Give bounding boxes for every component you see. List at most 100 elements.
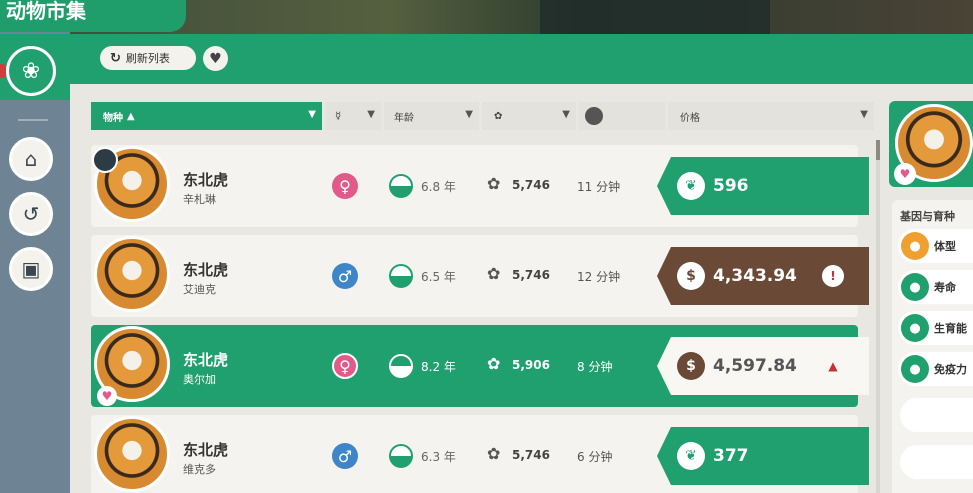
genetics-item-label: 免疫力 — [934, 363, 967, 376]
genetics-item-label: 寿命 — [934, 281, 956, 294]
size-icon: ● — [901, 232, 929, 260]
age-value: 6.3 年 — [421, 450, 456, 464]
scene-shadow — [540, 0, 770, 34]
page-title: 动物市集 — [0, 0, 186, 32]
age-icon — [389, 354, 413, 378]
hourglass-icon: ● — [901, 273, 929, 301]
pin-badge-icon — [92, 147, 118, 173]
filter-icon[interactable]: ▼ — [465, 109, 473, 120]
gift-icon: ▣ — [21, 257, 41, 281]
gender-icon: ☿ — [335, 110, 342, 122]
scrollbar[interactable] — [876, 140, 880, 493]
sidebar-item-animals[interactable]: ❀ — [6, 46, 56, 96]
history-icon: ↺ — [22, 202, 40, 226]
filter-icon[interactable]: ▼ — [562, 109, 570, 120]
heart-icon: ♥ — [97, 386, 117, 406]
sidebar-divider — [18, 119, 48, 121]
warning-icon: ! — [822, 265, 844, 287]
ribbon-icon: ✿ — [494, 110, 503, 122]
buy-button[interactable]: ❦ 596 — [657, 157, 869, 215]
ribbon-icon: ✿ — [487, 264, 501, 283]
genetics-item[interactable]: ● 生育能 — [898, 311, 973, 345]
genes-value: 5,906 — [512, 358, 550, 372]
female-icon: ♀ — [332, 353, 358, 379]
tiger-portrait — [94, 416, 170, 492]
clock-icon — [585, 107, 603, 125]
ribbon-icon: ✿ — [487, 174, 501, 193]
time-remaining: 8 分钟 — [577, 360, 613, 374]
column-price[interactable]: 价格 ▼ — [668, 102, 874, 130]
age-icon — [389, 174, 413, 198]
genes-value: 5,746 — [512, 448, 550, 462]
filter-icon[interactable]: ▼ — [308, 109, 316, 120]
detail-slot-empty — [900, 445, 973, 479]
ribbon-icon: ✿ — [487, 444, 501, 463]
price-value: 4,597.84 — [713, 356, 797, 376]
sort-ascending-icon: ▲ — [127, 110, 135, 122]
seller-name: 辛札琳 — [183, 193, 216, 206]
animal-row[interactable]: 东北虎 艾迪克 ♂ 6.5 年 ✿ 5,746 12 分钟 $ 4,343.94… — [91, 235, 869, 317]
species-name: 东北虎 — [183, 351, 229, 369]
refresh-list-button[interactable]: ↻ 刷新列表 — [100, 46, 196, 70]
filter-icon[interactable]: ▼ — [860, 109, 868, 120]
animal-row[interactable]: 东北虎 辛札琳 ♀ 6.8 年 ✿ 5,746 11 分钟 ❦ 596 — [91, 145, 869, 227]
animal-row[interactable]: 东北虎 维克多 ♂ 6.3 年 ✿ 5,746 6 分钟 ❦ 377 — [91, 415, 869, 493]
species-name: 东北虎 — [183, 261, 229, 279]
refresh-list-label: 刷新列表 — [125, 52, 170, 65]
column-age-label: 年龄 — [394, 112, 414, 124]
column-age[interactable]: 年龄 ▼ — [384, 102, 479, 130]
filter-icon[interactable]: ▼ — [367, 109, 375, 120]
age-value: 6.8 年 — [421, 180, 456, 194]
age-icon — [389, 444, 413, 468]
genes-value: 5,746 — [512, 268, 550, 282]
cash-icon: $ — [677, 262, 705, 290]
animal-row[interactable]: ♥ 东北虎 奥尔加 ♀ 8.2 年 ✿ 5,906 8 分钟 $ 4,597.8… — [91, 325, 869, 407]
genetics-item-label: 生育能 — [934, 322, 967, 335]
column-price-label: 价格 — [680, 112, 700, 124]
conservation-leaf-icon: ❦ — [677, 172, 705, 200]
column-species[interactable]: 物种 ▲ ▼ — [91, 102, 322, 130]
detail-slot-empty — [900, 398, 973, 432]
female-icon: ♀ — [332, 173, 358, 199]
seller-name: 奥尔加 — [183, 373, 216, 386]
tiger-portrait — [94, 236, 170, 312]
column-genes[interactable]: ✿ ▼ — [482, 102, 576, 130]
genetics-item-label: 体型 — [934, 240, 956, 253]
time-remaining: 11 分钟 — [577, 180, 621, 194]
ribbon-icon: ✿ — [487, 354, 501, 373]
time-remaining: 6 分钟 — [577, 450, 613, 464]
price-value: 4,343.94 — [713, 266, 797, 286]
price-value: 596 — [713, 176, 749, 196]
heart-icon: ♥ — [209, 50, 222, 67]
time-remaining: 12 分钟 — [577, 270, 621, 284]
conservation-leaf-icon: ❦ — [677, 442, 705, 470]
sidebar-item-gifts[interactable]: ▣ — [9, 247, 53, 291]
favorites-filter-button[interactable]: ♥ — [203, 46, 228, 71]
genetics-item[interactable]: ● 寿命 — [898, 270, 973, 304]
male-icon: ♂ — [332, 443, 358, 469]
sidebar-item-history[interactable]: ↺ — [9, 192, 53, 236]
fertility-icon: ● — [901, 314, 929, 342]
genetics-title: 基因与育种 — [900, 210, 955, 223]
genetics-item[interactable]: ● 体型 — [898, 229, 973, 263]
habitat-icon: ⌂ — [24, 147, 38, 171]
age-value: 6.5 年 — [421, 270, 456, 284]
column-species-label: 物种 — [103, 112, 123, 124]
warning-icon: ▲ — [828, 359, 838, 373]
scrollbar-thumb[interactable] — [876, 140, 880, 160]
column-gender[interactable]: ☿ ▼ — [325, 102, 381, 130]
immunity-icon: ● — [901, 355, 929, 383]
genetics-item[interactable]: ● 免疫力 — [898, 352, 973, 386]
species-name: 东北虎 — [183, 441, 229, 459]
paw-icon: ❀ — [21, 58, 41, 84]
species-name: 东北虎 — [183, 171, 229, 189]
column-time[interactable] — [579, 102, 665, 130]
price-value: 377 — [713, 446, 749, 466]
buy-button[interactable]: ❦ 377 — [657, 427, 869, 485]
male-icon: ♂ — [332, 263, 358, 289]
heart-icon[interactable]: ♥ — [894, 163, 916, 185]
cash-icon: $ — [677, 352, 705, 380]
age-value: 8.2 年 — [421, 360, 456, 374]
age-icon — [389, 264, 413, 288]
sidebar-item-habitat[interactable]: ⌂ — [9, 137, 53, 181]
